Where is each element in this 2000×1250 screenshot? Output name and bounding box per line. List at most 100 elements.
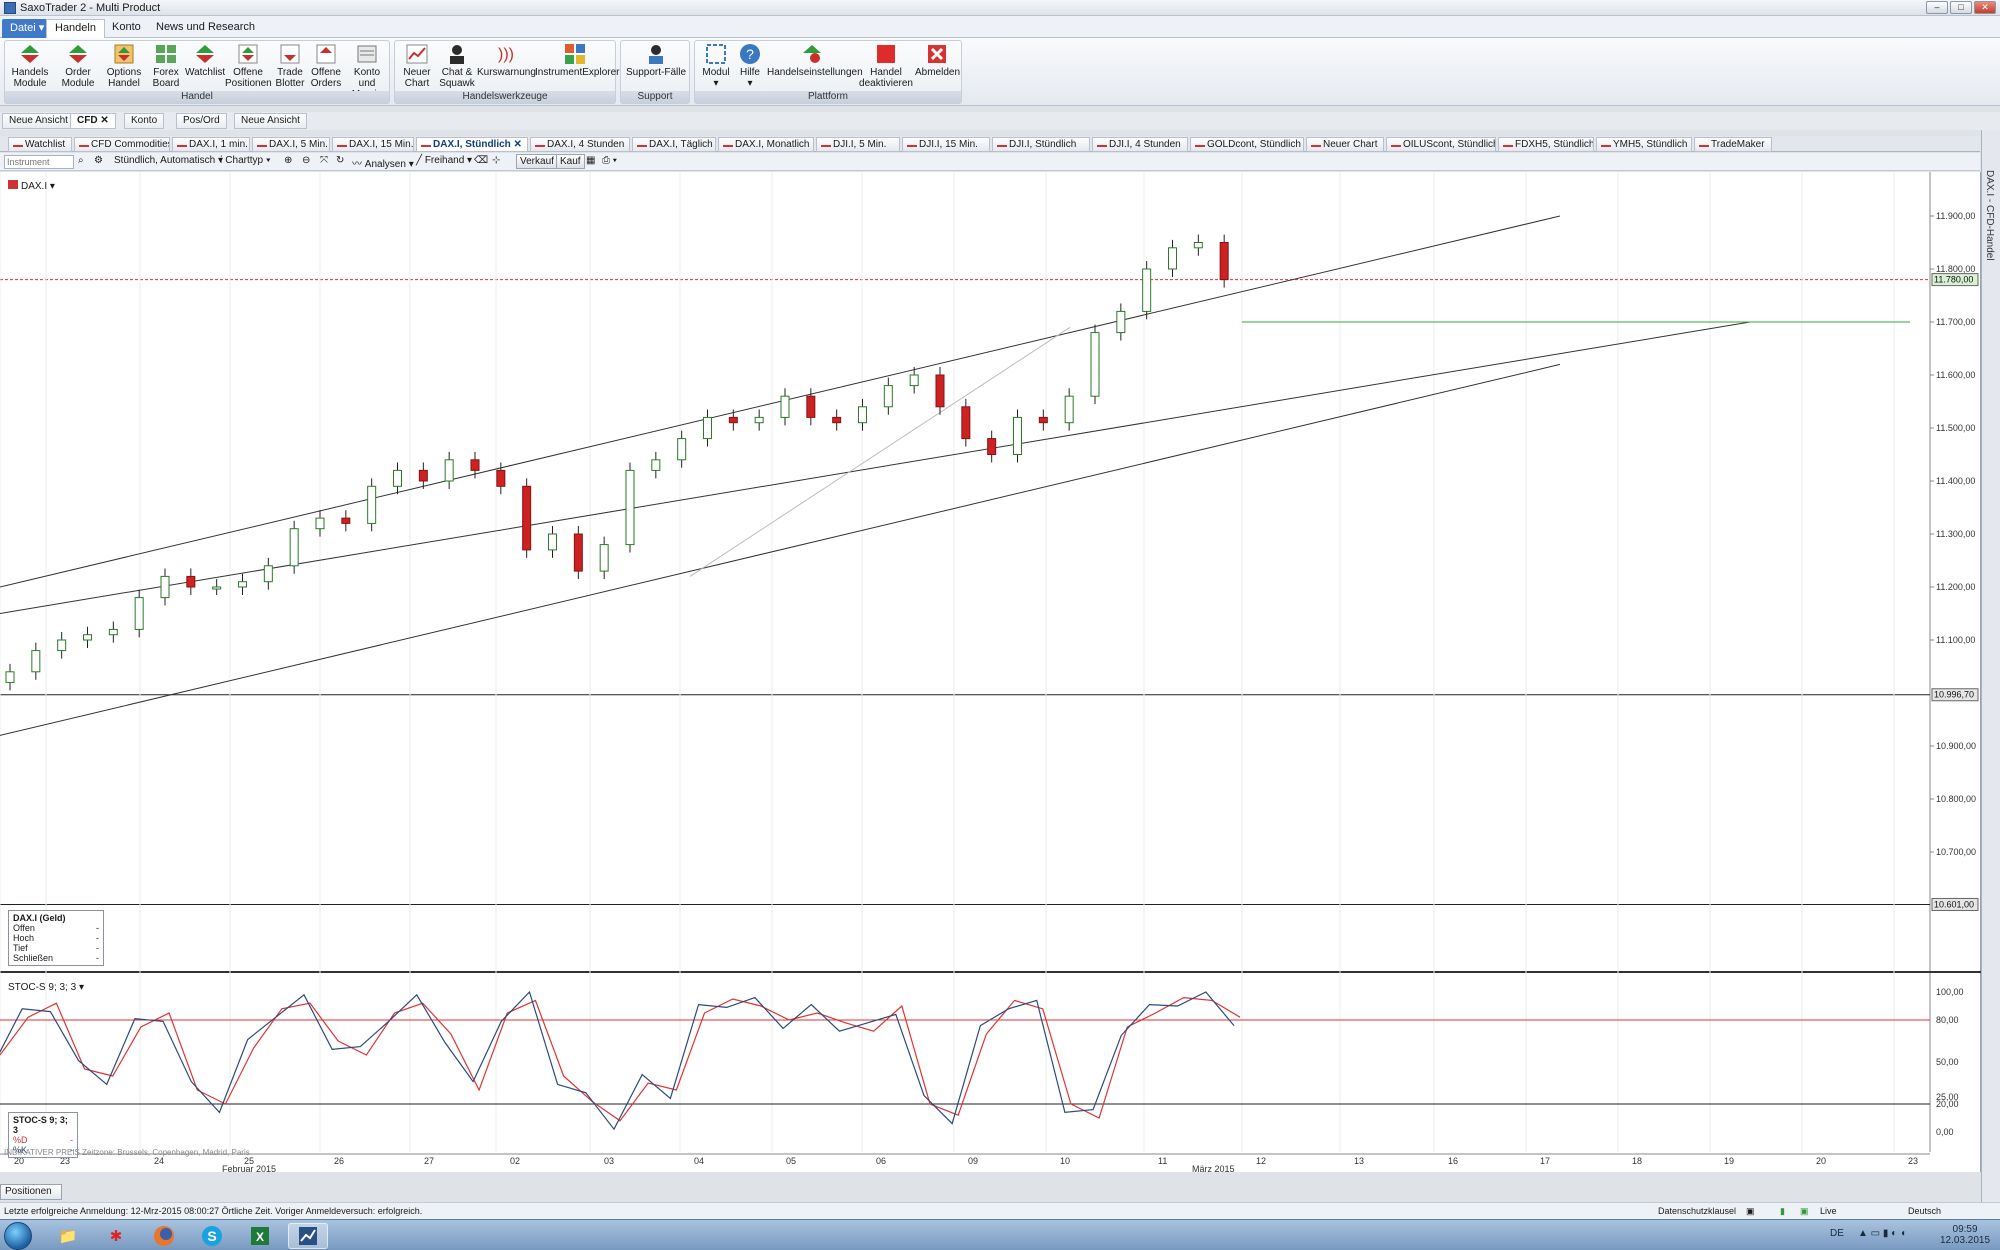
forex-board-button[interactable]: Forex Board: [149, 43, 183, 89]
explorer-icon[interactable]: 📁: [48, 1223, 88, 1249]
handelseinstellungen-button[interactable]: Handelseinstellungen: [767, 43, 857, 78]
support-faelle-button[interactable]: Support-Fälle: [625, 43, 687, 78]
x-axis-day-label: 27: [424, 1156, 434, 1166]
view-tab-neue-ansicht-2[interactable]: Neue Ansicht: [234, 113, 307, 129]
chart-toolbar: ⌕ ⚙ Stündlich, Automatisch ▾ ⫶ Charttyp …: [0, 153, 1980, 171]
chart-tab[interactable]: FDXH5, Stündlich: [1498, 137, 1594, 152]
handel-deaktivieren-button[interactable]: Handel deaktivieren: [859, 43, 913, 89]
menu-tabs: Datei ▾ Handeln Konto News und Research: [0, 16, 2000, 38]
tray-icons[interactable]: ▲ ▭ ▮ ◐ ◖: [1858, 1228, 1906, 1239]
offene-orders-button[interactable]: Offene Orders: [309, 43, 343, 89]
zoom-in-icon[interactable]: ⊕: [284, 155, 292, 166]
handels-module-button[interactable]: Handels Module: [9, 43, 51, 89]
chart-tab[interactable]: CFD Commodities: [74, 137, 170, 152]
view-tab-posord[interactable]: Pos/Ord: [176, 113, 227, 129]
language-tray[interactable]: DE: [1830, 1228, 1844, 1239]
order-module-button[interactable]: Order Module: [57, 43, 99, 89]
instrument-label[interactable]: DAX.I ▾: [8, 180, 55, 192]
analysen-select[interactable]: 〰 Analysen ▾: [352, 155, 414, 170]
excel-icon[interactable]: X: [240, 1223, 280, 1249]
chart-tab[interactable]: YMH5, Stündlich: [1596, 137, 1692, 152]
chart-tab[interactable]: DAX.I, 5 Min.: [252, 137, 330, 152]
chart-tab[interactable]: DAX.I, 4 Stunden: [530, 137, 630, 152]
x-axis-day-label: 11: [1158, 1156, 1167, 1166]
view-tab-neue-ansicht-1[interactable]: Neue Ansicht: [2, 113, 75, 129]
menu-datei[interactable]: Datei ▾: [2, 19, 52, 38]
chart-tab[interactable]: DAX.I, 15 Min.: [332, 137, 414, 152]
offene-positionen-button[interactable]: Offene Positionen: [225, 43, 271, 89]
close-icon: [925, 43, 949, 65]
x-axis-day-label: 19: [1724, 1156, 1734, 1166]
verkauf-button[interactable]: Verkauf: [516, 154, 558, 169]
print-icon[interactable]: ⎙ ▾: [602, 155, 617, 166]
abmelden-button[interactable]: Abmelden: [915, 43, 959, 78]
settings-icon: [800, 43, 824, 65]
modul-button[interactable]: Modul▾: [699, 43, 733, 89]
refresh-icon[interactable]: ↻: [336, 155, 344, 166]
view-tab-cfd[interactable]: CFD ✕: [70, 113, 116, 129]
stoch-axis-label: 20,00: [1936, 1099, 1959, 1109]
chart-tab[interactable]: DJI.I, 15 Min.: [902, 137, 990, 152]
freihand-select[interactable]: ╱ Freihand ▾: [416, 155, 472, 166]
kurswarnung-button[interactable]: )))Kurswarnung: [477, 43, 535, 78]
privacy-link[interactable]: Datenschutzklausel: [1658, 1206, 1736, 1216]
chart-panel[interactable]: 11.900,0011.800,0011.700,0011.600,0011.5…: [0, 172, 1981, 1172]
trade-blotter-button[interactable]: Trade Blotter: [271, 43, 309, 89]
chart-tab[interactable]: DJI.I, Stündlich: [992, 137, 1090, 152]
right-side-panel[interactable]: DAX.I - CFD-Handel: [1981, 130, 2000, 1205]
chart-tab[interactable]: OILUScont, Stündlich: [1386, 137, 1496, 152]
chart-tab[interactable]: DAX.I, Täglich: [632, 137, 716, 152]
minimize-button[interactable]: –: [1926, 1, 1948, 14]
charttyp-select[interactable]: ⫶ Charttyp ▾: [220, 155, 271, 166]
chart-tab[interactable]: DAX.I, Monatlich: [718, 137, 814, 152]
menu-handeln[interactable]: Handeln: [46, 19, 105, 38]
chart-tab[interactable]: TradeMaker: [1694, 137, 1772, 152]
chart-canvas[interactable]: 11.900,0011.800,0011.700,0011.600,0011.5…: [0, 172, 1981, 1172]
hilfe-button[interactable]: ?Hilfe▾: [735, 43, 765, 89]
candle: [471, 460, 479, 471]
chart-tab[interactable]: Watchlist: [8, 137, 72, 152]
stoch-d-line: [0, 998, 1240, 1121]
chart-tab[interactable]: DJI.I, 4 Stunden: [1092, 137, 1188, 152]
red-app-icon[interactable]: ✱: [96, 1223, 136, 1249]
positionen-tab[interactable]: Positionen: [0, 1184, 62, 1200]
chart-tab[interactable]: DAX.I, Stündlich ✕: [416, 137, 528, 152]
neuer-chart-button[interactable]: Neuer Chart: [399, 43, 435, 89]
candle: [109, 629, 117, 634]
watchlist-button[interactable]: Watchlist: [185, 43, 225, 78]
chat-squawk-button[interactable]: Chat & Squawk: [437, 43, 477, 89]
firefox-icon[interactable]: [144, 1223, 184, 1249]
start-button[interactable]: [4, 1222, 32, 1250]
maximize-button[interactable]: □: [1950, 1, 1972, 14]
menu-konto[interactable]: Konto: [104, 19, 149, 38]
layout-icon[interactable]: ▦: [586, 155, 595, 166]
search-icon[interactable]: ⌕: [78, 155, 84, 166]
price-level-label: 11.780,00: [1934, 275, 1973, 285]
chart-tab[interactable]: GOLDcont, Stündlich: [1190, 137, 1304, 152]
kauf-button[interactable]: Kauf: [556, 154, 585, 169]
instrument-explorer-button[interactable]: InstrumentExplorer: [535, 43, 615, 78]
interval-select[interactable]: Stündlich, Automatisch ▾: [114, 155, 223, 166]
chart-tab[interactable]: Neuer Chart: [1306, 137, 1384, 152]
view-tab-konto[interactable]: Konto: [124, 113, 164, 129]
eraser-icon[interactable]: ⌫: [474, 155, 488, 166]
close-window-button[interactable]: ✕: [1974, 1, 1996, 14]
options-handel-button[interactable]: Options Handel: [103, 43, 145, 89]
chart-tab[interactable]: DAX.I, 1 min.: [172, 137, 250, 152]
saxotrader-taskbar-icon[interactable]: [288, 1223, 328, 1249]
crosshair-icon[interactable]: ⊹: [492, 155, 500, 166]
clock[interactable]: 09:5912.03.2015: [1940, 1224, 1990, 1246]
person-icon: [445, 43, 469, 65]
instrument-input[interactable]: [4, 155, 74, 169]
settings-icon[interactable]: ⚙: [94, 155, 103, 166]
zoom-out-icon[interactable]: ⊖: [302, 155, 310, 166]
pan-icon[interactable]: ⤧: [320, 155, 328, 166]
stoch-label[interactable]: STOC-S 9; 3; 3 ▾: [8, 982, 84, 993]
options-handel-icon: [112, 43, 136, 65]
skype-icon[interactable]: S: [192, 1223, 232, 1249]
chart-tab[interactable]: DJI.I, 5 Min.: [816, 137, 900, 152]
language-indicator[interactable]: Deutsch: [1908, 1206, 1941, 1216]
menu-news-research[interactable]: News und Research: [148, 19, 263, 38]
close-tab-icon[interactable]: ✕: [511, 139, 522, 150]
price-axis-label: 10.900,00: [1936, 741, 1976, 751]
